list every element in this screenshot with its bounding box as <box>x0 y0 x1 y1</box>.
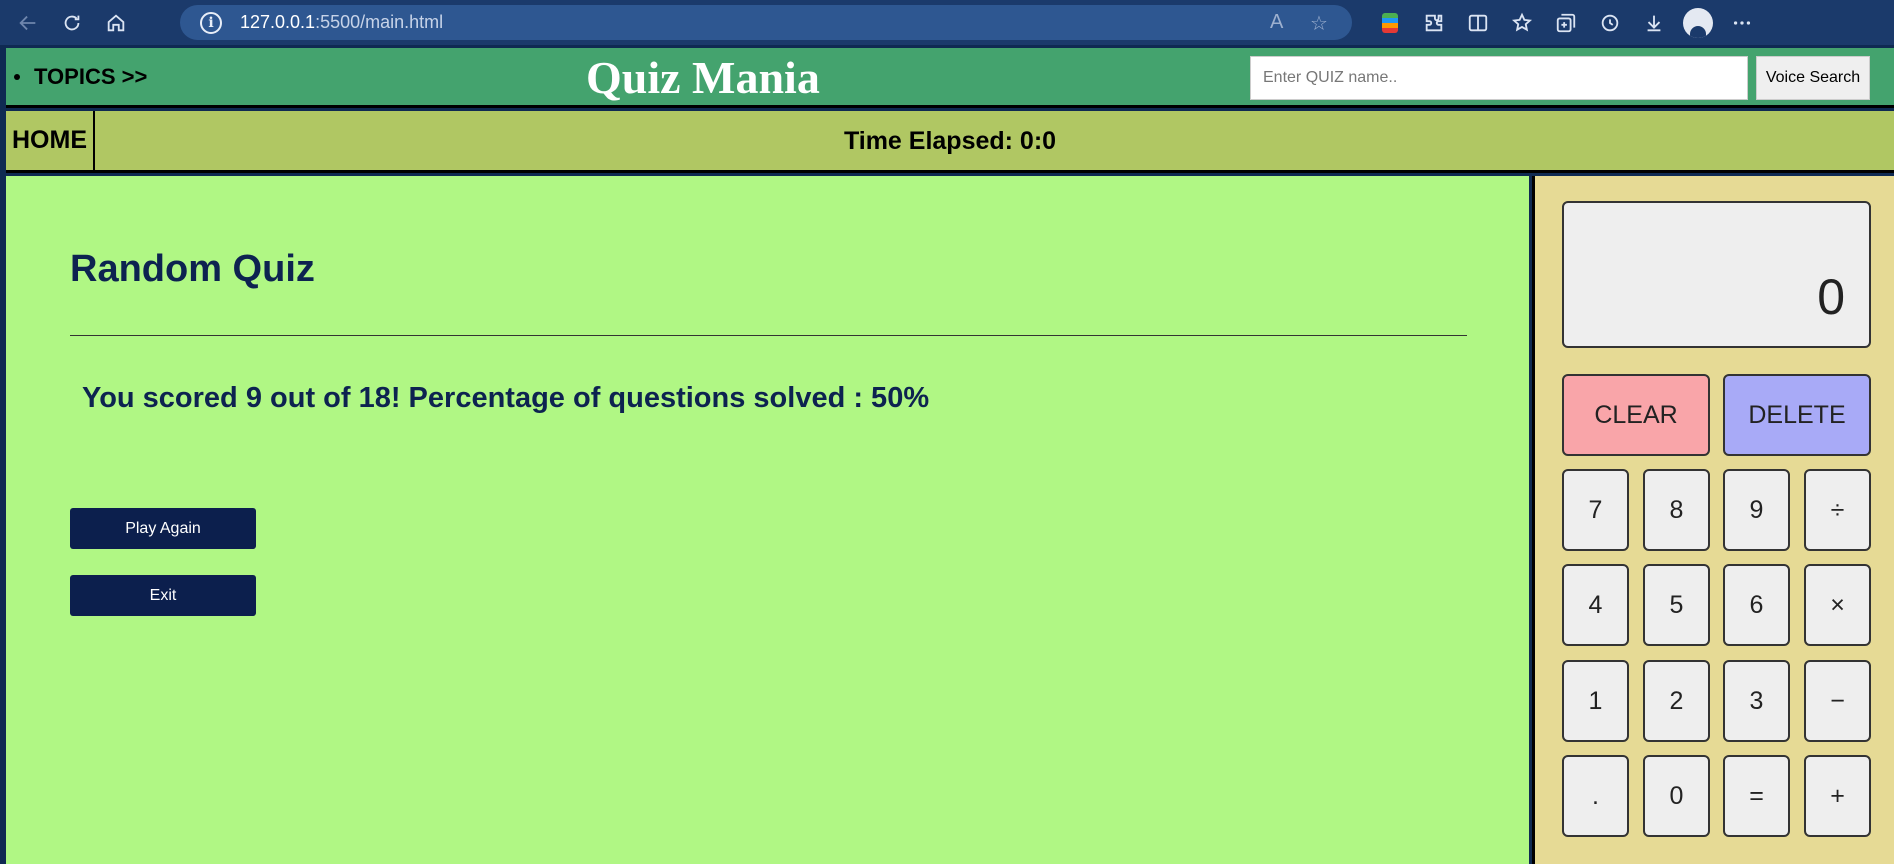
home-button[interactable]: HOME <box>6 111 95 170</box>
topics-menu[interactable]: TOPICS >> <box>14 64 147 90</box>
calc-key-add[interactable]: + <box>1804 755 1871 837</box>
calc-key-decimal[interactable]: . <box>1562 755 1629 837</box>
refresh-icon[interactable] <box>50 0 94 45</box>
site-title: Quiz Mania <box>586 52 820 103</box>
bullet-icon <box>14 74 20 80</box>
address-bar[interactable]: i 127.0.0.1:5500/main.html A ☆ <box>180 5 1352 40</box>
calc-key-subtract[interactable]: − <box>1804 660 1871 742</box>
calc-key-6[interactable]: 6 <box>1723 564 1790 646</box>
calc-key-8[interactable]: 8 <box>1643 469 1710 551</box>
quiz-search-input[interactable] <box>1250 56 1748 100</box>
calc-key-0[interactable]: 0 <box>1643 755 1710 837</box>
calc-key-3[interactable]: 3 <box>1723 660 1790 742</box>
calc-key-9[interactable]: 9 <box>1723 469 1790 551</box>
site-info-icon[interactable]: i <box>200 11 222 34</box>
home-icon[interactable] <box>94 0 138 45</box>
calculator-display: 0 <box>1562 201 1871 348</box>
time-elapsed: Time Elapsed: 0:0 <box>843 127 1057 155</box>
profile-avatar[interactable] <box>1676 0 1720 45</box>
back-icon[interactable] <box>6 0 50 45</box>
downloads-icon[interactable] <box>1632 0 1676 45</box>
calc-key-equals[interactable]: = <box>1723 755 1790 837</box>
calc-clear-button[interactable]: CLEAR <box>1562 374 1710 456</box>
history-icon[interactable] <box>1588 0 1632 45</box>
extensions-puzzle-icon[interactable] <box>1412 0 1456 45</box>
quiz-result-panel: Random Quiz You scored 9 out of 18! Perc… <box>6 176 1529 864</box>
site-header: TOPICS >> Quiz Mania Voice Search <box>6 48 1894 108</box>
url-host: 127.0.0.1 <box>240 12 316 32</box>
sub-navigation-bar: Time Elapsed: 0:0 HOME <box>6 111 1894 173</box>
exit-button[interactable]: Exit <box>70 575 256 616</box>
voice-search-button[interactable]: Voice Search <box>1756 56 1870 100</box>
calc-key-7[interactable]: 7 <box>1562 469 1629 551</box>
calc-key-multiply[interactable]: × <box>1804 564 1871 646</box>
url-path: :5500/main.html <box>315 12 444 32</box>
more-menu-icon[interactable] <box>1720 0 1764 45</box>
divider <box>70 335 1467 336</box>
extension-bar <box>1368 0 1764 45</box>
favorites-icon[interactable] <box>1500 0 1544 45</box>
web-page: TOPICS >> Quiz Mania Voice Search Time E… <box>6 48 1894 864</box>
calculator: 0 CLEAR DELETE 7 8 9 ÷ 4 5 6 × 1 2 3 − .… <box>1532 176 1894 864</box>
calc-key-4[interactable]: 4 <box>1562 564 1629 646</box>
calc-key-1[interactable]: 1 <box>1562 660 1629 742</box>
calc-key-divide[interactable]: ÷ <box>1804 469 1871 551</box>
quiz-title: Random Quiz <box>70 248 315 290</box>
calc-key-2[interactable]: 2 <box>1643 660 1710 742</box>
collections-icon[interactable] <box>1544 0 1588 45</box>
calc-key-5[interactable]: 5 <box>1643 564 1710 646</box>
browser-toolbar: i 127.0.0.1:5500/main.html A ☆ <box>0 0 1894 45</box>
calc-delete-button[interactable]: DELETE <box>1723 374 1871 456</box>
read-aloud-icon[interactable]: A <box>1270 11 1283 34</box>
color-extension-icon[interactable] <box>1368 0 1412 45</box>
play-again-button[interactable]: Play Again <box>70 508 256 549</box>
favorite-star-icon[interactable]: ☆ <box>1310 11 1328 36</box>
topics-label: TOPICS >> <box>34 64 148 89</box>
split-screen-icon[interactable] <box>1456 0 1500 45</box>
score-summary: You scored 9 out of 18! Percentage of qu… <box>82 382 930 414</box>
